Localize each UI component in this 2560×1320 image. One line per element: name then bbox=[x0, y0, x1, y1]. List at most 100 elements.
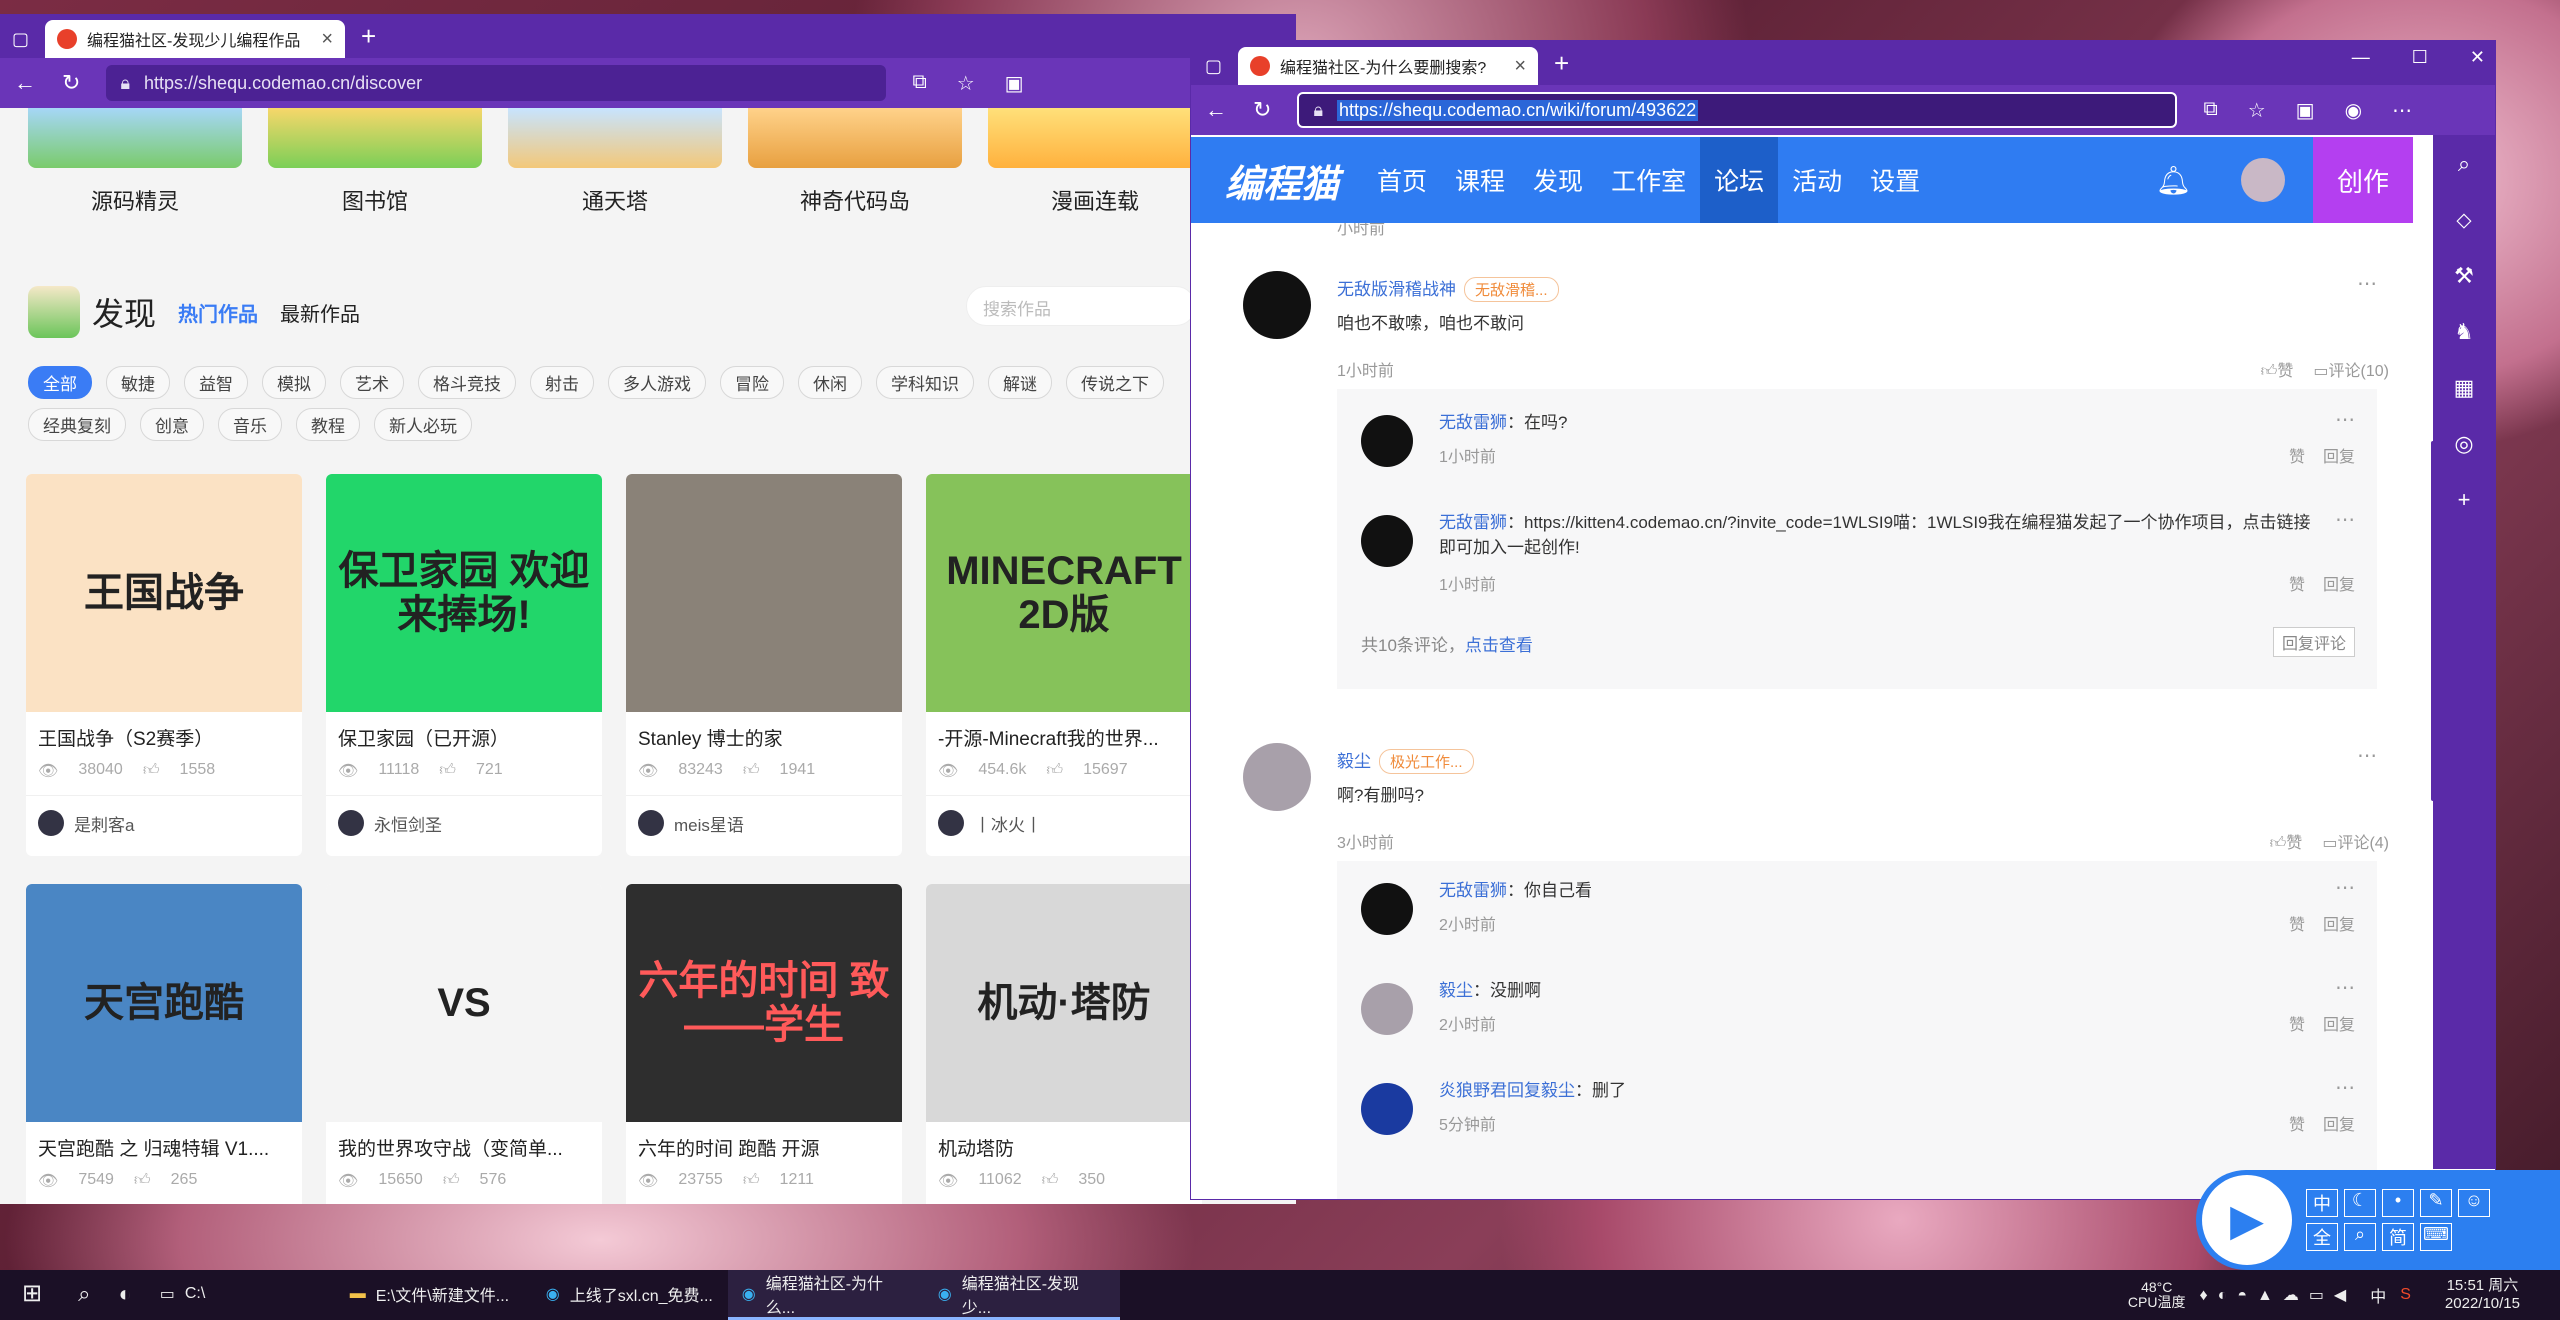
tag-icon[interactable]: ⬦ bbox=[2456, 207, 2471, 233]
start-icon[interactable]: ⊞ bbox=[0, 1270, 64, 1320]
favorites-icon[interactable]: ☆ bbox=[957, 71, 975, 96]
outlook-icon[interactable]: ◎ bbox=[2454, 431, 2473, 457]
close-tab-icon[interactable]: × bbox=[1514, 55, 1526, 78]
tag-filter[interactable]: 解谜 bbox=[988, 366, 1052, 399]
extensions-icon[interactable]: ⧉ bbox=[2203, 98, 2217, 123]
author-name[interactable]: 丨冰火丨 bbox=[974, 811, 1042, 836]
work-thumbnail[interactable]: 六年的时间 致——学生 bbox=[626, 884, 902, 1122]
category-item[interactable]: 源码精灵 bbox=[28, 108, 242, 216]
tag-filter[interactable]: 全部 bbox=[28, 366, 92, 399]
work-title[interactable]: 机动塔防 bbox=[926, 1122, 1202, 1161]
commenter-name[interactable]: 毅尘 bbox=[1337, 752, 1371, 771]
clock[interactable]: 15:51 周六 2022/10/15 bbox=[2445, 1277, 2520, 1313]
tab-hot-works[interactable]: 热门作品 bbox=[178, 298, 258, 327]
tag-filter[interactable]: 益智 bbox=[184, 366, 248, 399]
replier-name[interactable]: 毅尘 bbox=[1439, 981, 1473, 1000]
tag-filter[interactable]: 教程 bbox=[296, 408, 360, 441]
category-item[interactable]: 图书馆 bbox=[268, 108, 482, 216]
reply-reply-button[interactable]: 回复 bbox=[2323, 443, 2355, 467]
taskbar-item-drive[interactable]: ▭ C:\ bbox=[146, 1270, 336, 1320]
reply-comment-button[interactable]: 回复评论 bbox=[2272, 627, 2355, 657]
notification-bell-icon[interactable]: 🔔︎ bbox=[2155, 164, 2191, 197]
reply-like-button[interactable]: 赞 bbox=[2289, 571, 2305, 595]
work-thumbnail[interactable]: MINECRAFT 2D版 bbox=[926, 474, 1202, 712]
work-card[interactable]: VS 我的世界攻守战（变简单... 👁︎ 15650 👍︎ 576 bbox=[326, 884, 602, 1204]
work-card[interactable]: 保卫家园 欢迎来捧场! 保卫家园（已开源） 👁︎ 11118 👍︎ 721 永恒剑圣 bbox=[326, 474, 602, 856]
work-title[interactable]: -开源-Minecraft我的世界... bbox=[926, 712, 1202, 751]
commenter-avatar[interactable] bbox=[1243, 743, 1311, 811]
more-options-icon[interactable]: ⋯ bbox=[2335, 507, 2355, 532]
work-thumbnail[interactable]: VS bbox=[326, 884, 602, 1122]
reply-reply-button[interactable]: 回复 bbox=[2323, 1111, 2355, 1135]
replier-name[interactable]: 炎狼野君回复毅尘 bbox=[1439, 1081, 1575, 1100]
category-item[interactable]: 通天塔 bbox=[508, 108, 722, 216]
work-thumbnail[interactable]: 机动·塔防 bbox=[926, 884, 1202, 1122]
reply-like-button[interactable]: 赞 bbox=[2289, 1011, 2305, 1035]
work-thumbnail[interactable] bbox=[626, 474, 902, 712]
dot-icon[interactable]: • bbox=[2382, 1189, 2414, 1217]
refresh-icon[interactable]: ↻ bbox=[62, 70, 80, 96]
author-name[interactable]: 是刺客a bbox=[74, 811, 134, 836]
taskbar-item-edge-1[interactable]: ◉ 上线了sxl.cn_免费... bbox=[532, 1270, 728, 1320]
works-search-input[interactable]: 搜索作品 bbox=[966, 286, 1196, 326]
taskbar-item-folder[interactable]: ▬ E:\文件\新建文件... bbox=[336, 1270, 532, 1320]
tag-filter[interactable]: 休闲 bbox=[798, 366, 862, 399]
tag-filter[interactable]: 传说之下 bbox=[1066, 366, 1164, 399]
profile-icon[interactable]: ◉ bbox=[2345, 98, 2362, 123]
tag-filter[interactable]: 音乐 bbox=[218, 408, 282, 441]
category-item[interactable]: 漫画连载 bbox=[988, 108, 1202, 216]
close-tab-icon[interactable]: × bbox=[321, 28, 333, 51]
work-card[interactable]: 王国战争 王国战争（S2赛季） 👁︎ 38040 👍︎ 1558 是刺客a bbox=[26, 474, 302, 856]
taskbar-item-edge-2[interactable]: ◉ 编程猫社区-为什么... bbox=[727, 1270, 924, 1320]
url-field[interactable]: 🔒︎ https://shequ.codemao.cn/discover bbox=[106, 65, 887, 101]
work-thumbnail[interactable]: 天宫跑酷 bbox=[26, 884, 302, 1122]
tag-filter[interactable]: 模拟 bbox=[262, 366, 326, 399]
work-title[interactable]: 保卫家园（已开源） bbox=[326, 712, 602, 751]
create-button[interactable]: 创作 bbox=[2313, 137, 2413, 223]
nav-settings[interactable]: 设置 bbox=[1856, 137, 1934, 223]
author-avatar[interactable] bbox=[638, 810, 664, 836]
work-thumbnail[interactable]: 保卫家园 欢迎来捧场! bbox=[326, 474, 602, 712]
more-options-icon[interactable]: ⋯ bbox=[2335, 407, 2355, 432]
extensions-icon[interactable]: ⧉ bbox=[912, 71, 926, 96]
tab-actions-icon[interactable]: ▢ bbox=[12, 29, 29, 50]
more-options-icon[interactable]: ⋯ bbox=[2335, 975, 2355, 1000]
back-icon[interactable]: ← bbox=[1205, 97, 1227, 123]
ime-chinese-button[interactable]: 中 bbox=[2306, 1189, 2338, 1217]
more-options-icon[interactable]: ⋯ bbox=[2335, 1075, 2355, 1100]
nav-home[interactable]: 首页 bbox=[1363, 137, 1441, 223]
nav-discover[interactable]: 发现 bbox=[1519, 137, 1597, 223]
user-avatar[interactable] bbox=[2241, 158, 2285, 202]
nav-forum[interactable]: 论坛 bbox=[1700, 137, 1779, 223]
tab-actions-icon[interactable]: ▢ bbox=[1205, 56, 1222, 77]
replier-name[interactable]: 无敌雷狮 bbox=[1439, 413, 1507, 432]
app-icon[interactable]: ◐ bbox=[104, 1270, 145, 1320]
work-title[interactable]: Stanley 博士的家 bbox=[626, 712, 902, 751]
category-item[interactable]: 神奇代码岛 bbox=[748, 108, 962, 216]
author-avatar[interactable] bbox=[938, 810, 964, 836]
full-width-icon[interactable]: 全 bbox=[2306, 1223, 2338, 1251]
reply-like-button[interactable]: 赞 bbox=[2289, 443, 2305, 467]
replier-name[interactable]: 无敌雷狮 bbox=[1439, 513, 1507, 532]
nav-studio[interactable]: 工作室 bbox=[1597, 137, 1700, 223]
tag-filter[interactable]: 敏捷 bbox=[106, 366, 170, 399]
tag-filter[interactable]: 学科知识 bbox=[876, 366, 974, 399]
commenter-name[interactable]: 无敌版滑稽战神 bbox=[1337, 280, 1456, 299]
collections-icon[interactable]: ▣ bbox=[1005, 71, 1024, 96]
new-tab-icon[interactable]: + bbox=[1554, 48, 1569, 79]
close-window-icon[interactable]: ✕ bbox=[2470, 47, 2485, 68]
nav-activity[interactable]: 活动 bbox=[1778, 137, 1856, 223]
replier-avatar[interactable] bbox=[1361, 415, 1413, 467]
sogou-icon[interactable]: S bbox=[2400, 1286, 2411, 1304]
reply-reply-button[interactable]: 回复 bbox=[2323, 911, 2355, 935]
favorites-icon[interactable]: ☆ bbox=[2248, 98, 2266, 123]
moon-icon[interactable]: ☾ bbox=[2344, 1189, 2376, 1217]
back-icon[interactable]: ← bbox=[14, 70, 36, 96]
work-title[interactable]: 天宫跑酷 之 归魂特辑 V1.... bbox=[26, 1122, 302, 1161]
tag-filter[interactable]: 新人必玩 bbox=[374, 408, 472, 441]
left-active-tab[interactable]: 编程猫社区-发现少儿编程作品 × bbox=[45, 20, 346, 58]
like-button[interactable]: 👍︎赞 bbox=[2270, 829, 2303, 853]
reply-reply-button[interactable]: 回复 bbox=[2323, 1011, 2355, 1035]
work-title[interactable]: 王国战争（S2赛季） bbox=[26, 712, 302, 751]
search-icon[interactable]: ⌕ bbox=[2458, 151, 2470, 177]
